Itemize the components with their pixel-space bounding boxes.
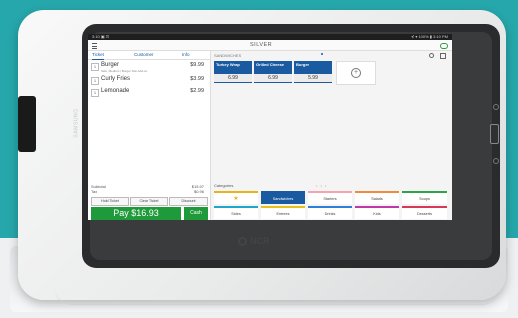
app-logo: SILVER	[250, 42, 273, 48]
ticket-tabs: Ticket Customer Info	[88, 51, 210, 60]
tile-name: Grilled Cheese	[256, 62, 285, 67]
menu-tile-grilled-cheese[interactable]: Grilled Cheese 6.99	[254, 61, 292, 83]
category-entrees[interactable]: Entrees	[261, 206, 305, 219]
category-label: Sides	[231, 212, 241, 216]
category-label: Desserts	[417, 212, 432, 216]
pos-screen: 3:10 ▣ ⊡ ⊀ ▾ 100% ▮ 3:10 PM SILVER Ticke…	[88, 34, 452, 220]
tile-price: 5.99	[294, 74, 332, 82]
category-desserts[interactable]: Desserts	[402, 206, 447, 219]
item-quantity[interactable]: 1	[91, 63, 99, 71]
category-kids[interactable]: Kids	[355, 206, 399, 219]
item-name: Lemonade	[101, 88, 130, 94]
item-price: $9.99	[190, 62, 204, 68]
page-indicator	[321, 53, 323, 55]
tax-label: Tax	[91, 189, 98, 194]
add-icon: +	[351, 68, 361, 78]
ncr-brand: NCR	[250, 236, 270, 246]
tile-name: Burger	[296, 62, 310, 67]
item-price: $2.99	[190, 88, 204, 94]
category-label: Kids	[373, 212, 381, 216]
hold-ticket-button[interactable]: Hold Ticket	[91, 197, 129, 206]
list-item[interactable]: 1 Lemonade $2.99	[91, 88, 207, 98]
search-icon[interactable]	[429, 53, 434, 58]
categories-pager: • • •	[316, 183, 328, 188]
menu-tile-burger[interactable]: Burger 5.99	[294, 61, 332, 83]
category-drinks[interactable]: Drinks	[308, 206, 352, 219]
category-label: Soups	[419, 197, 430, 201]
grid-view-icon[interactable]	[440, 53, 446, 59]
category-label: Sandwiches	[272, 197, 294, 201]
clear-ticket-button[interactable]: Clear Ticket	[130, 197, 168, 206]
item-name: Burger	[101, 62, 120, 68]
category-label: Salads	[371, 197, 383, 201]
app-bar: SILVER	[88, 40, 452, 51]
recent-apps-icon[interactable]	[493, 158, 499, 164]
card-reader-slot	[18, 96, 36, 152]
category-sides[interactable]: Sides	[214, 206, 258, 219]
ncr-logo-icon	[238, 237, 247, 246]
add-item-tile[interactable]: +	[336, 61, 376, 85]
list-item[interactable]: 1 Curly Fries $3.99	[91, 76, 207, 86]
ticket-actions: Hold Ticket Clear Ticket Discount	[91, 197, 208, 206]
tab-info[interactable]: Info	[182, 51, 190, 59]
discount-button[interactable]: Discount	[169, 197, 208, 206]
stand-bracket	[54, 242, 500, 305]
menu-panel: SANDWICHES Turkey Wrap 6.99 Grilled Chee…	[211, 51, 452, 220]
tile-price: 6.99	[214, 74, 252, 82]
category-label: Starters	[323, 197, 337, 201]
tax-value: $0.96	[193, 189, 204, 194]
category-salads[interactable]: Salads	[355, 191, 399, 204]
list-item[interactable]: 1 Burger Side, Medium | Burger Sub Add-o…	[91, 62, 207, 73]
category-starters[interactable]: Starters	[308, 191, 352, 204]
cloud-sync-icon[interactable]	[440, 43, 448, 49]
item-modifiers: Side, Medium | Burger Sub Add-on	[101, 69, 148, 73]
item-quantity[interactable]: 1	[91, 77, 99, 85]
item-quantity[interactable]: 1	[91, 89, 99, 97]
tab-ticket[interactable]: Ticket	[92, 51, 104, 60]
home-button[interactable]	[490, 124, 499, 144]
tablet-brand: SAMSUNG	[73, 108, 80, 138]
tile-price: 6.99	[254, 74, 292, 82]
category-label: Drinks	[324, 212, 336, 216]
menu-icon[interactable]	[92, 43, 97, 49]
category-favorites[interactable]: ★	[214, 191, 258, 204]
category-soups[interactable]: Soups	[402, 191, 447, 204]
category-sandwiches[interactable]: Sandwiches	[261, 191, 305, 204]
ticket-totals: Subtotal $15.97 Tax $0.96	[91, 184, 207, 194]
item-price: $3.99	[190, 76, 204, 82]
back-icon[interactable]	[493, 104, 499, 110]
categories-label: Categories	[214, 183, 234, 188]
star-icon: ★	[233, 196, 239, 202]
category-label: Entrees	[276, 212, 290, 216]
tab-customer[interactable]: Customer	[134, 51, 154, 59]
cash-button[interactable]: Cash	[183, 207, 208, 220]
category-title: SANDWICHES	[214, 53, 242, 58]
item-name: Curly Fries	[101, 76, 131, 82]
pay-button[interactable]: Pay $16.93	[91, 207, 181, 220]
menu-tile-turkey-wrap[interactable]: Turkey Wrap 6.99	[214, 61, 252, 83]
tile-name: Turkey Wrap	[216, 62, 240, 67]
ticket-panel: Ticket Customer Info 1 Burger Side, Medi…	[88, 51, 211, 220]
